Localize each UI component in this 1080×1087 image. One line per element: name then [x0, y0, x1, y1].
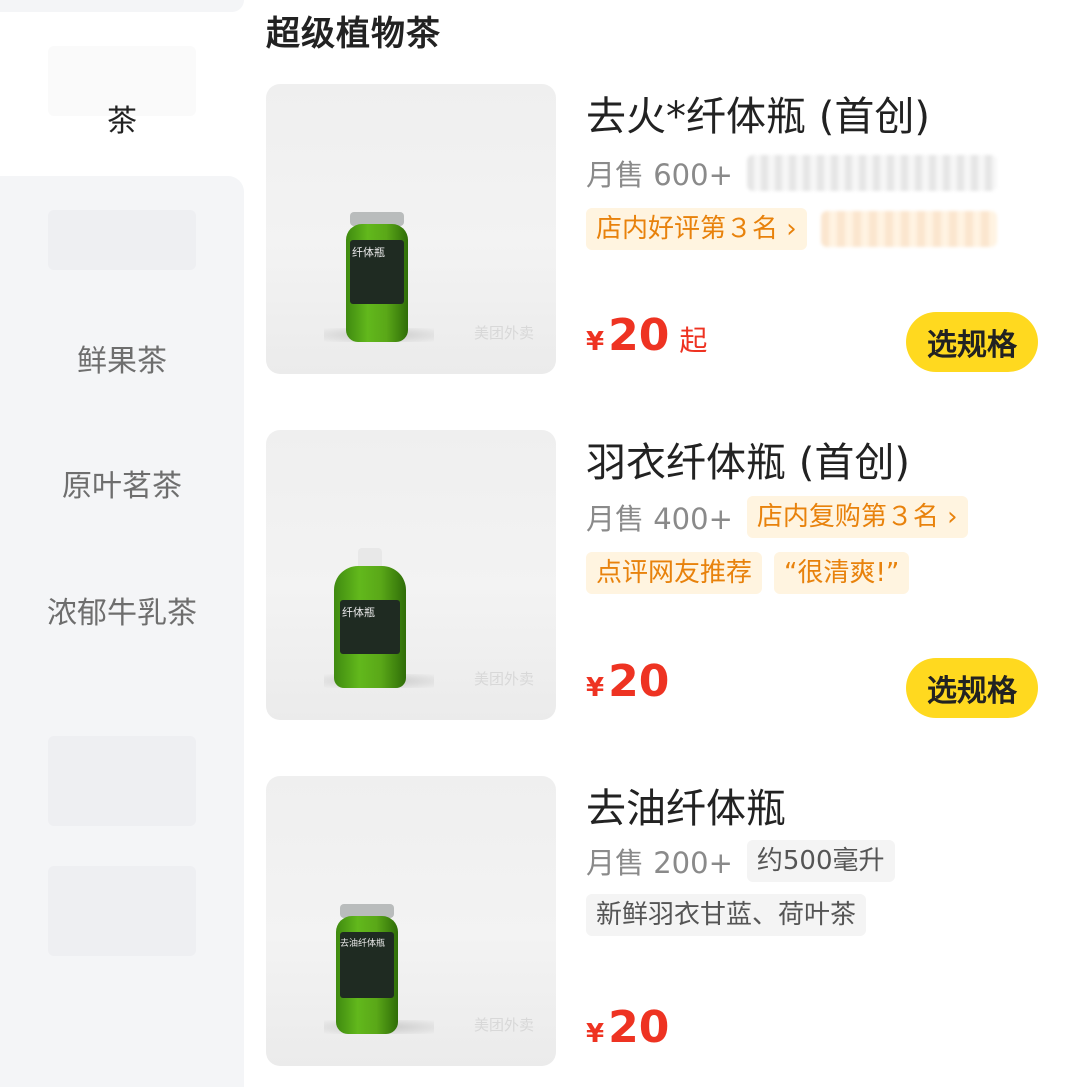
review-quote-tag: “很清爽!”: [774, 552, 910, 594]
watermark: 美团外卖: [474, 1016, 535, 1034]
bottle-illustration: 纤体瓶: [334, 548, 406, 688]
monthly-sales: 月售 600+: [586, 158, 733, 192]
product-price: ¥ 20: [586, 1002, 670, 1053]
chevron-right-icon: ›: [947, 502, 958, 532]
select-spec-button[interactable]: 选规格: [906, 312, 1038, 372]
sidebar-item-label: 鲜果茶: [77, 344, 167, 379]
sidebar-top-edge: [0, 0, 244, 12]
section-title: 超级植物茶: [266, 14, 441, 54]
product-tag-row: 店内好评第３名 ›: [586, 208, 997, 250]
product-card[interactable]: 纤体瓶 美团外卖 去火*纤体瓶 (首创) 月售 600+ 店内好评第３名 › ¥…: [266, 84, 1056, 376]
sidebar-item-label: 原叶茗茶: [62, 469, 182, 504]
product-meta-row: 月售 200+ 约500毫升: [586, 840, 895, 882]
sidebar-item-milk-tea[interactable]: 浓郁牛乳茶: [47, 594, 197, 634]
watermark: 美团外卖: [474, 670, 535, 688]
repurchase-ranking-tag[interactable]: 店内复购第３名 ›: [746, 496, 968, 538]
monthly-sales: 月售 200+: [586, 846, 733, 880]
product-tag-row: 新鲜羽衣甘蓝、荷叶茶: [586, 894, 867, 936]
sidebar-item-active[interactable]: 茶: [0, 12, 244, 176]
product-tag-row: 点评网友推荐 “很清爽!”: [586, 552, 910, 594]
recommend-tag: 点评网友推荐: [586, 552, 763, 594]
sidebar-item-fruit-tea[interactable]: 鲜果茶: [0, 342, 244, 382]
product-title: 去油纤体瓶: [586, 786, 786, 832]
sidebar-item-label: 茶: [107, 104, 137, 139]
category-sidebar: 茶 鲜果茶 原叶茗茶 浓郁牛乳茶: [0, 0, 244, 1087]
sidebar-placeholder: [48, 210, 196, 270]
product-image: 纤体瓶 美团外卖: [266, 430, 556, 720]
blurred-tag: [820, 211, 997, 247]
product-image: 去油纤体瓶 美团外卖: [266, 776, 556, 1066]
product-image: 纤体瓶 美团外卖: [266, 84, 556, 374]
product-card[interactable]: 纤体瓶 美团外卖 羽衣纤体瓶 (首创) 月售 400+ 店内复购第３名 › 点评…: [266, 430, 1056, 722]
ingredient-tag: 新鲜羽衣甘蓝、荷叶茶: [586, 894, 867, 936]
product-card[interactable]: 去油纤体瓶 美团外卖 去油纤体瓶 月售 200+ 约500毫升 新鲜羽衣甘蓝、荷…: [266, 776, 1056, 1068]
product-price: ¥ 20 起: [586, 310, 708, 361]
chevron-right-icon: ›: [786, 214, 797, 244]
product-meta-row: 月售 400+ 店内复购第３名 ›: [586, 496, 968, 538]
volume-tag: 约500毫升: [746, 840, 895, 882]
bottle-illustration: 去油纤体瓶: [336, 904, 398, 1034]
product-meta-row: 月售 600+: [586, 152, 997, 194]
select-spec-button[interactable]: 选规格: [906, 658, 1038, 718]
monthly-sales: 月售 400+: [586, 502, 733, 536]
product-price: ¥ 20: [586, 656, 670, 707]
watermark: 美团外卖: [474, 324, 535, 342]
blurred-tag: [746, 155, 997, 191]
bottle-illustration: 纤体瓶: [346, 212, 408, 342]
ranking-tag[interactable]: 店内好评第３名 ›: [586, 208, 807, 250]
sidebar-placeholder: [48, 866, 196, 956]
sidebar-item-leaf-tea[interactable]: 原叶茗茶: [0, 467, 244, 507]
product-title: 羽衣纤体瓶 (首创): [586, 440, 910, 486]
product-title: 去火*纤体瓶 (首创): [586, 94, 930, 140]
sidebar-item-label: 浓郁牛乳茶: [47, 596, 197, 631]
sidebar-placeholder: [48, 736, 196, 826]
